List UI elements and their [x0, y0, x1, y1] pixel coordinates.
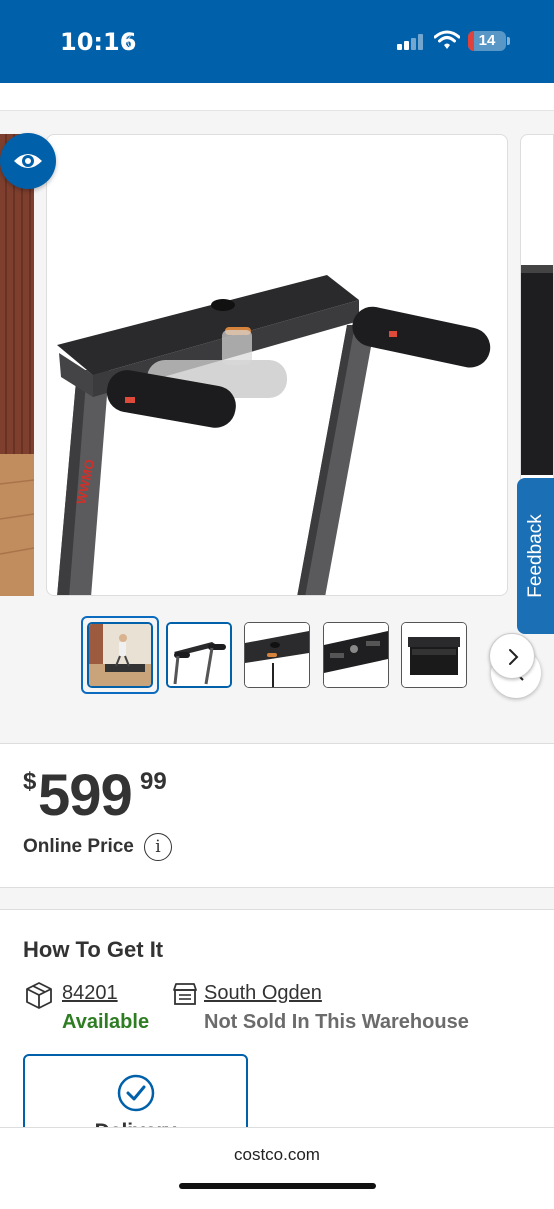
battery-icon: 14 — [468, 31, 506, 51]
thumbnails-next-button[interactable] — [489, 633, 535, 679]
price-currency: $ — [23, 768, 37, 795]
thumbnail-3[interactable] — [244, 622, 310, 688]
store-name-link[interactable]: South Ogden — [204, 982, 322, 1005]
browser-address-bar[interactable]: costco.com — [0, 1127, 554, 1200]
status-bar: 10:16 ☾ 14 — [0, 0, 554, 83]
header-strip — [0, 83, 554, 111]
feedback-label: Feedback — [525, 514, 546, 598]
thumbnail-2[interactable] — [166, 622, 232, 688]
battery-level: 14 — [478, 32, 496, 49]
price-section: $ 599 99 Online Price i — [0, 743, 554, 888]
thumbnail-strip — [0, 616, 554, 694]
feedback-tab[interactable]: Feedback — [517, 478, 554, 634]
main-product-image[interactable]: WWMO — [46, 134, 508, 596]
moon-icon: ☾ — [123, 32, 141, 54]
product-gallery: WWMO — [0, 112, 554, 742]
package-icon — [26, 982, 52, 1009]
price-cents: 99 — [140, 768, 167, 795]
check-circle-icon — [117, 1074, 155, 1112]
price-whole: 599 — [38, 763, 133, 828]
previous-slide-image[interactable] — [0, 134, 35, 596]
wifi-icon — [434, 30, 460, 49]
ship-zip-link[interactable]: 84201 — [62, 982, 118, 1005]
thumbnail-4[interactable] — [323, 622, 389, 688]
url-text[interactable]: costco.com — [0, 1145, 554, 1165]
home-indicator — [179, 1183, 376, 1189]
warehouse-icon — [173, 983, 197, 1005]
cellular-signal-icon — [397, 34, 425, 50]
section-title: How To Get It — [23, 937, 164, 962]
info-icon[interactable]: i — [144, 833, 172, 861]
eye-icon — [14, 154, 42, 168]
view-button[interactable] — [0, 133, 56, 189]
chevron-right-icon — [509, 649, 519, 665]
online-price-label: Online Price — [23, 836, 134, 857]
ship-status: Available — [62, 1011, 150, 1033]
store-status: Not Sold In This Warehouse — [204, 1011, 469, 1033]
thumbnail-5[interactable] — [401, 622, 467, 688]
thumbnail-1[interactable] — [87, 622, 153, 688]
